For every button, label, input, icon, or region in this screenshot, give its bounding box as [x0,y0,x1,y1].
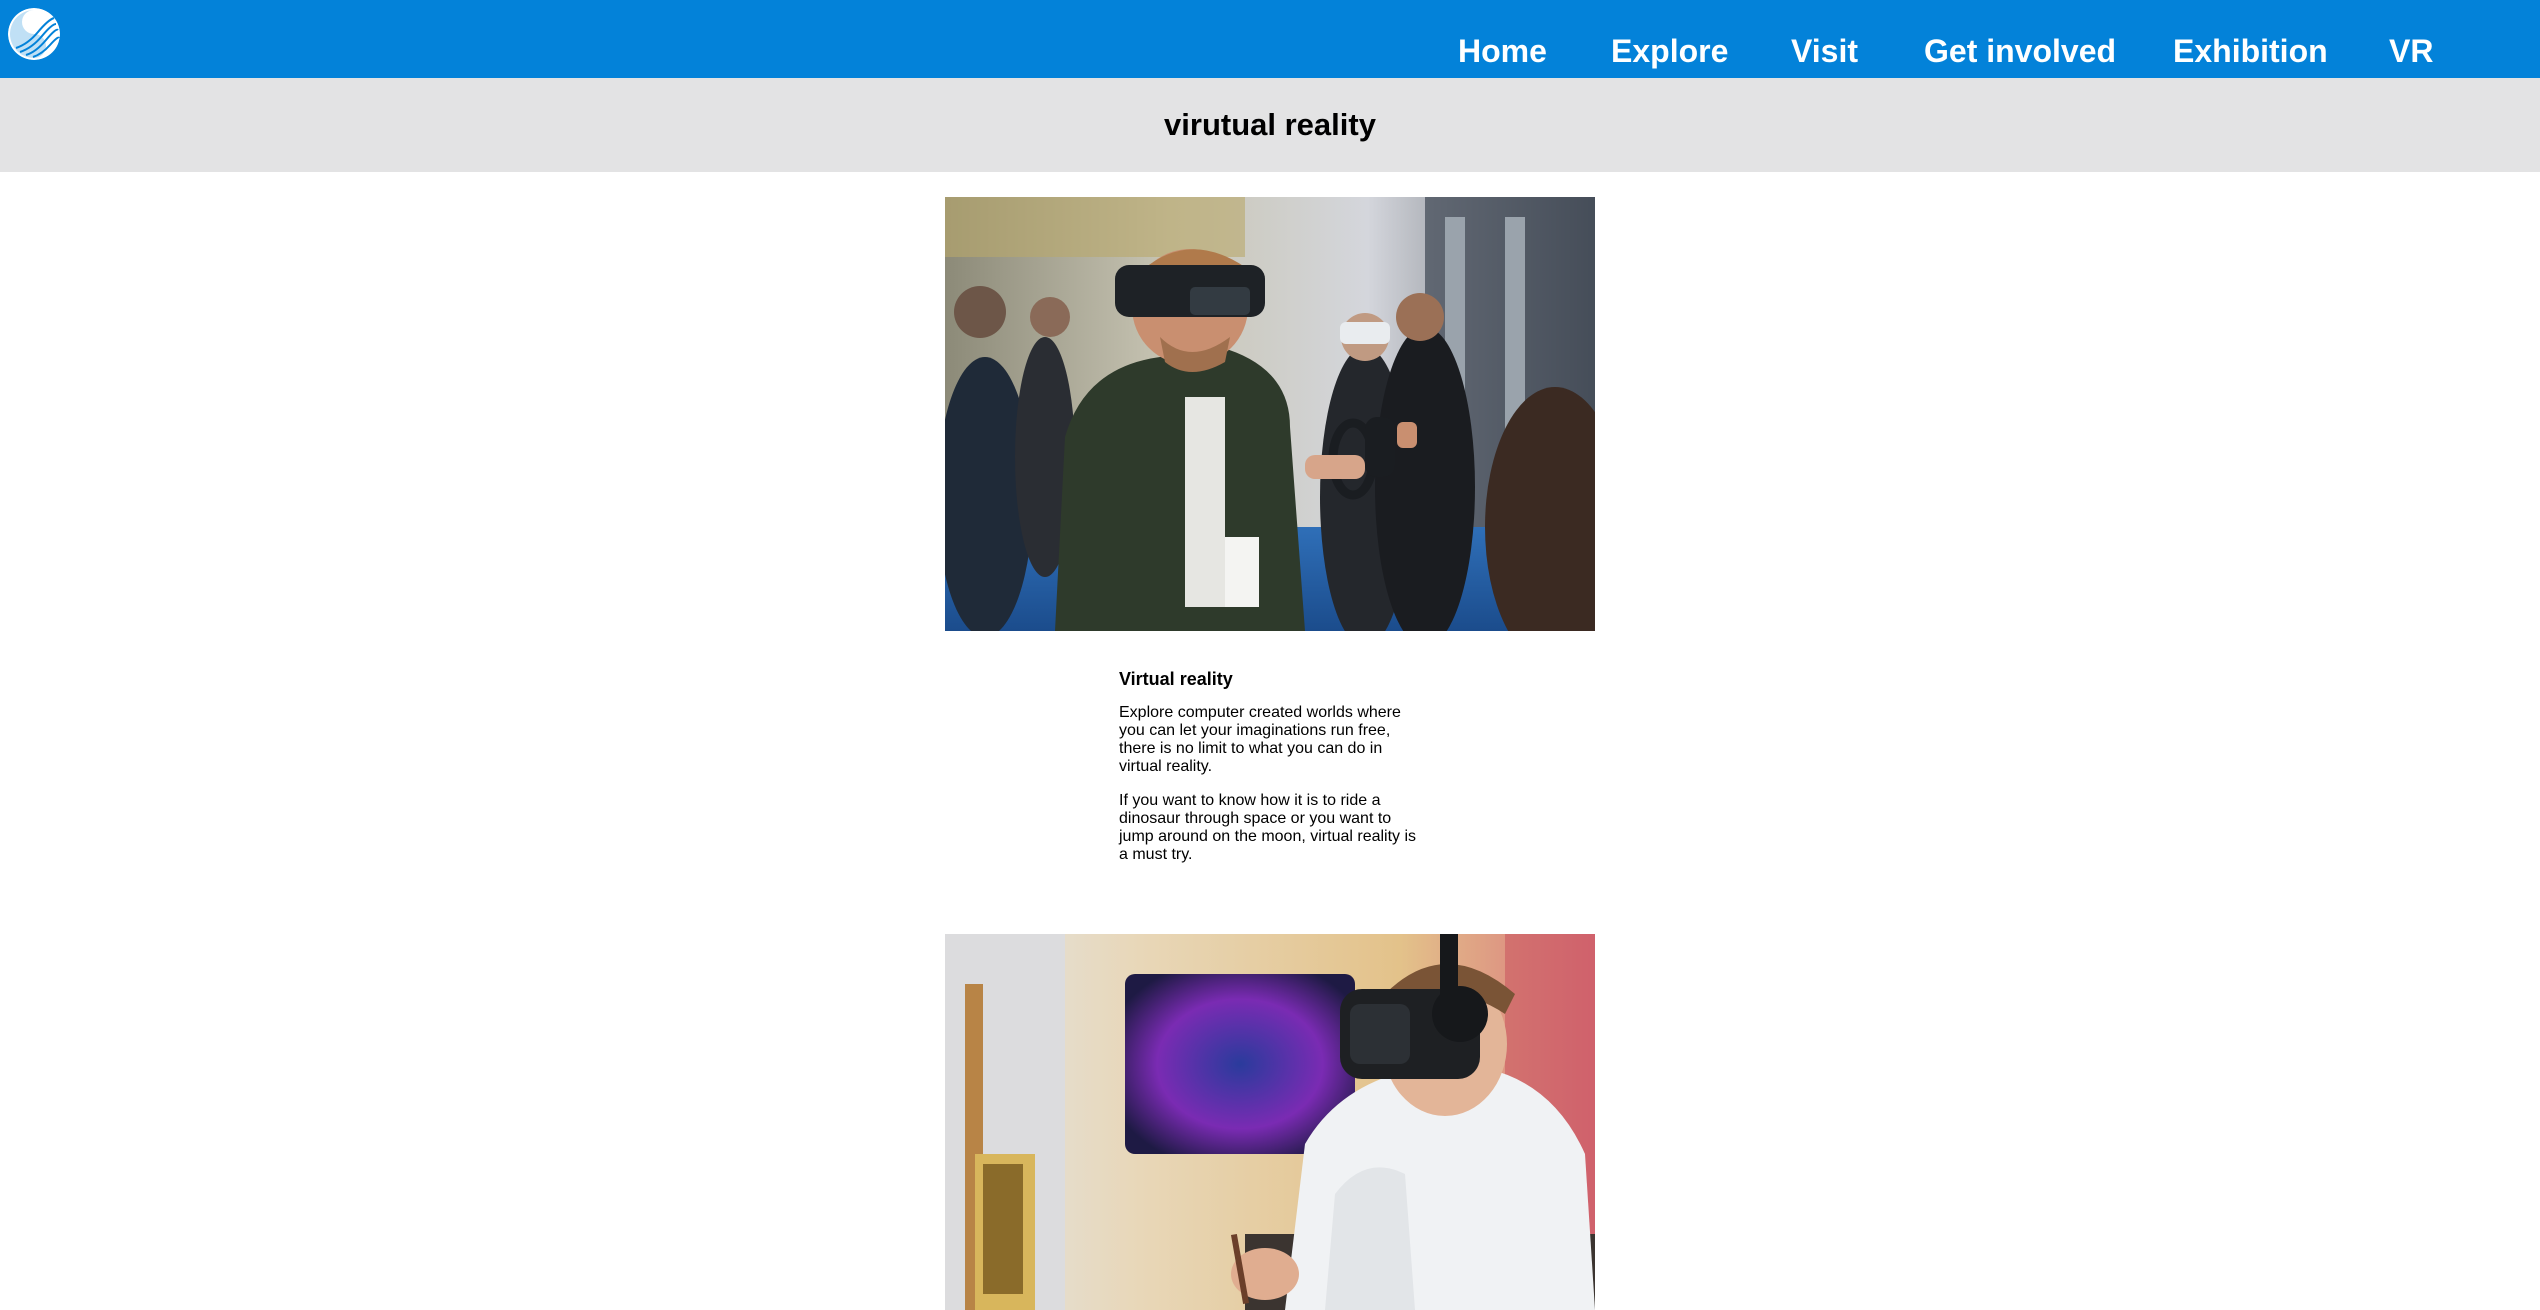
nav-exhibition[interactable]: Exhibition [2173,32,2328,70]
top-navigation-bar: Home Explore Visit Get involved Exhibiti… [0,0,2540,78]
vr-article: Virtual reality Explore computer created… [1119,667,1424,880]
article-paragraph: If you want to know how it is to ride a … [1119,792,1417,863]
article-heading: Virtual reality [1119,669,1233,689]
nav-get-involved[interactable]: Get involved [1924,32,2116,70]
nav-home[interactable]: Home [1458,32,1547,70]
vr-event-photo [945,197,1595,631]
main-nav: Home Explore Visit Get involved Exhibiti… [0,0,2540,78]
nav-visit[interactable]: Visit [1791,32,1858,70]
page-title: virutual reality [1164,107,1376,142]
nav-vr[interactable]: VR [2389,32,2433,70]
nav-explore[interactable]: Explore [1611,32,1728,70]
article-paragraph: Explore computer created worlds where yo… [1119,704,1401,775]
vr-painting-photo [945,934,1595,1310]
